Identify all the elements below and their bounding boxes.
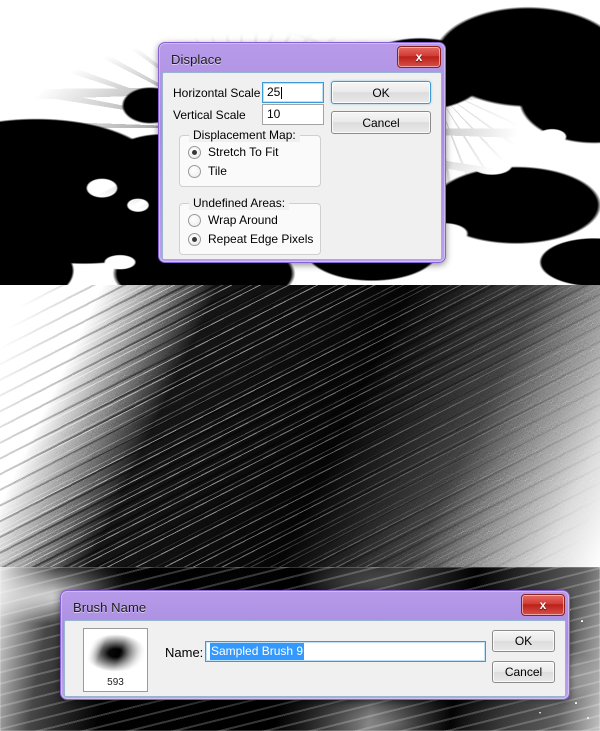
brush-name-dialog-titlebar[interactable]: Brush Name x xyxy=(64,594,566,620)
ok-button[interactable]: OK xyxy=(331,81,431,104)
displacement-map-group: Displacement Map: Stretch To Fit Tile xyxy=(179,128,321,187)
displace-dialog-body: Horizontal Scale 25 Vertical Scale 10 Di… xyxy=(162,72,442,260)
close-icon[interactable]: x xyxy=(397,46,441,68)
radio-on-icon xyxy=(188,232,201,246)
radio-on-icon xyxy=(188,145,201,159)
horizontal-scale-label: Horizontal Scale xyxy=(173,86,261,100)
radio-wrap-around-label: Wrap Around xyxy=(208,213,278,227)
brush-stroke-art xyxy=(84,631,147,675)
horizontal-scale-input[interactable]: 25 xyxy=(262,82,324,103)
vertical-scale-label: Vertical Scale xyxy=(173,108,246,122)
undefined-areas-group-title: Undefined Areas: xyxy=(189,196,290,210)
cancel-button[interactable]: Cancel xyxy=(331,111,431,134)
radio-repeat-edge-pixels-label: Repeat Edge Pixels xyxy=(208,232,314,246)
screenshot-stage: Displace x Horizontal Scale 25 Vertical … xyxy=(0,0,600,731)
displace-dialog: Displace x Horizontal Scale 25 Vertical … xyxy=(158,42,446,263)
close-icon-glyph: x xyxy=(539,598,547,612)
radio-stretch-to-fit[interactable]: Stretch To Fit xyxy=(188,145,278,159)
brush-name-dialog: Brush Name x 593 Name: Sampled Brush 9 O… xyxy=(60,590,570,700)
radio-stretch-to-fit-label: Stretch To Fit xyxy=(208,145,279,159)
brush-name-label: Name: xyxy=(165,645,204,660)
brush-name-dialog-title: Brush Name xyxy=(73,599,147,615)
text-caret xyxy=(281,86,283,99)
displace-dialog-titlebar[interactable]: Displace x xyxy=(162,46,442,72)
cancel-button[interactable]: Cancel xyxy=(492,661,555,683)
brush-name-dialog-body: 593 Name: Sampled Brush 9 OK Cancel xyxy=(64,620,566,697)
brush-size-label: 593 xyxy=(107,677,124,688)
radio-off-icon xyxy=(188,164,201,178)
radio-tile[interactable]: Tile xyxy=(188,164,227,178)
vertical-scale-input[interactable]: 10 xyxy=(262,104,324,125)
smudge-grain-texture xyxy=(0,285,600,567)
radio-off-icon xyxy=(188,213,201,227)
horizontal-scale-value: 25 xyxy=(267,85,281,99)
close-icon-glyph: x xyxy=(415,50,423,64)
radio-tile-label: Tile xyxy=(208,164,227,178)
image-panel-displaced xyxy=(0,285,600,567)
undefined-areas-group: Undefined Areas: Wrap Around Repeat Edge… xyxy=(179,196,321,255)
radio-wrap-around[interactable]: Wrap Around xyxy=(188,213,278,227)
close-icon[interactable]: x xyxy=(521,594,565,616)
displacement-map-group-title: Displacement Map: xyxy=(189,128,300,142)
radio-repeat-edge-pixels[interactable]: Repeat Edge Pixels xyxy=(188,232,313,246)
brush-preview-thumbnail: 593 xyxy=(83,628,148,692)
displace-dialog-title: Displace xyxy=(171,51,222,67)
vertical-scale-value: 10 xyxy=(267,107,281,121)
brush-name-input[interactable]: Sampled Brush 9 xyxy=(205,641,486,662)
ok-button[interactable]: OK xyxy=(492,630,555,652)
brush-name-value: Sampled Brush 9 xyxy=(210,643,305,660)
